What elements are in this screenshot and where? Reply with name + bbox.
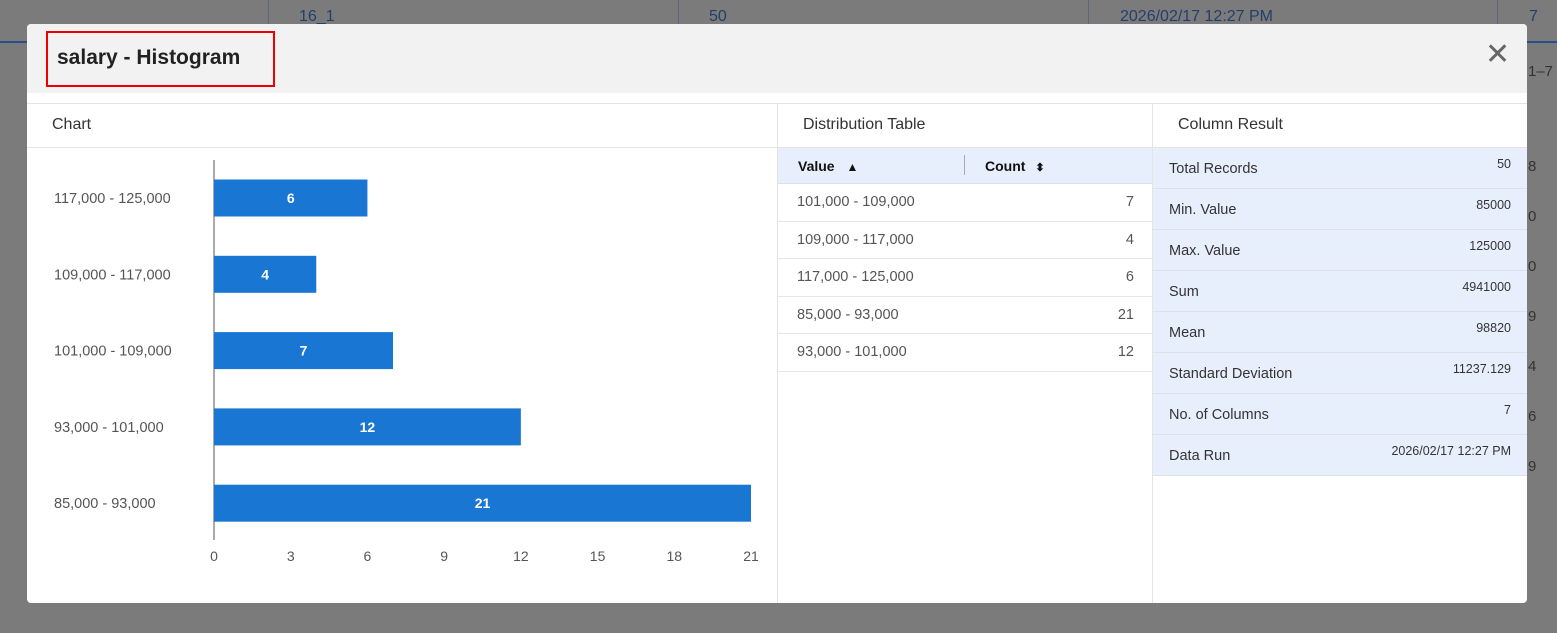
count-column-header[interactable]: Count ⬍ (985, 158, 1045, 174)
bar-data-label: 21 (475, 495, 491, 511)
background-edge-text: 9 (1528, 458, 1536, 475)
result-label: Standard Deviation (1169, 366, 1292, 382)
background-pagination: 1–7 (1528, 63, 1553, 80)
background-edge-text: 0 (1528, 208, 1536, 225)
background-edge-text: 0 (1528, 258, 1536, 275)
bin-count: 4 (1126, 232, 1134, 248)
result-value: 98820 (1476, 321, 1511, 335)
background-edge-text: 4 (1528, 358, 1536, 375)
result-row: Min. Value 85000 (1153, 189, 1527, 230)
bin-range: 117,000 - 125,000 (797, 269, 914, 285)
result-row: Mean 98820 (1153, 312, 1527, 353)
result-value: 2026/02/17 12:27 PM (1391, 444, 1511, 458)
dialog-title: salary - Histogram (46, 31, 275, 87)
table-row: 93,000 - 101,000 12 (778, 334, 1152, 372)
result-row: Standard Deviation 11237.129 (1153, 353, 1527, 394)
value-column-header[interactable]: Value ▲ (798, 158, 858, 174)
background-edge-text: 9 (1528, 308, 1536, 325)
bin-count: 12 (1118, 344, 1134, 360)
result-value: 50 (1497, 157, 1511, 171)
bar-data-label: 4 (261, 266, 269, 282)
y-tick-label: 117,000 - 125,000 (54, 191, 171, 207)
result-value: 7 (1504, 403, 1511, 417)
histogram-dialog: salary - Histogram ✕ Chart 117,000 - 125… (27, 24, 1527, 603)
count-column-label: Count (985, 158, 1025, 174)
result-row: Sum 4941000 (1153, 271, 1527, 312)
result-row: Data Run 2026/02/17 12:27 PM (1153, 435, 1527, 476)
x-tick-label: 3 (287, 548, 295, 564)
chart-panel: Chart 117,000 - 125,000 6 109,000 - 117,00… (27, 103, 777, 603)
result-label: Max. Value (1169, 243, 1240, 259)
result-value: 4941000 (1462, 280, 1511, 294)
bin-count: 21 (1118, 307, 1134, 323)
sort-icon: ⬍ (1035, 162, 1044, 174)
result-label: Mean (1169, 325, 1205, 341)
bin-range: 109,000 - 117,000 (797, 232, 914, 248)
y-tick-label: 93,000 - 101,000 (54, 420, 164, 436)
table-row: 109,000 - 117,000 4 (778, 222, 1152, 260)
table-row: 117,000 - 125,000 6 (778, 259, 1152, 297)
x-tick-label: 21 (743, 548, 759, 564)
column-separator (964, 155, 965, 175)
x-tick-label: 18 (666, 548, 682, 564)
histogram-chart: 117,000 - 125,000 6 109,000 - 117,000 4 101,… (27, 148, 777, 603)
x-tick-label: 9 (440, 548, 448, 564)
x-tick-label: 12 (513, 548, 529, 564)
result-label: No. of Columns (1169, 407, 1269, 423)
result-value: 125000 (1469, 239, 1511, 253)
value-column-label: Value (798, 158, 835, 174)
close-icon[interactable]: ✕ (1485, 40, 1510, 70)
x-tick-label: 15 (590, 548, 606, 564)
dialog-header: salary - Histogram ✕ (27, 24, 1527, 93)
result-label: Min. Value (1169, 202, 1236, 218)
result-value: 85000 (1476, 198, 1511, 212)
background-edge-text: 6 (1528, 408, 1536, 425)
result-label: Sum (1169, 284, 1199, 300)
table-row: 101,000 - 109,000 7 (778, 184, 1152, 222)
column-result-header: Column Result (1153, 104, 1527, 148)
table-row: 85,000 - 93,000 21 (778, 297, 1152, 335)
background-cell: 7 (1529, 8, 1538, 26)
bin-range: 93,000 - 101,000 (797, 344, 907, 360)
result-row: Total Records 50 (1153, 148, 1527, 189)
bin-count: 6 (1126, 269, 1134, 285)
bar-data-label: 7 (300, 343, 308, 359)
y-tick-label: 109,000 - 117,000 (54, 267, 171, 283)
chart-panel-header: Chart (27, 104, 777, 148)
distribution-panel-header: Distribution Table (778, 104, 1152, 148)
x-tick-label: 6 (364, 548, 372, 564)
bar-data-label: 12 (360, 419, 376, 435)
bar-data-label: 6 (287, 190, 295, 206)
bin-range: 85,000 - 93,000 (797, 307, 899, 323)
background-edge-text: 8 (1528, 158, 1536, 175)
result-row: No. of Columns 7 (1153, 394, 1527, 435)
result-row: Max. Value 125000 (1153, 230, 1527, 271)
result-label: Data Run (1169, 448, 1230, 464)
sort-ascending-icon: ▲ (846, 160, 858, 174)
bin-count: 7 (1126, 194, 1134, 210)
x-tick-label: 0 (210, 548, 218, 564)
result-label: Total Records (1169, 161, 1258, 177)
bin-range: 101,000 - 109,000 (797, 194, 915, 210)
column-result-panel: Column Result Total Records 50 Min. Value 8… (1152, 103, 1527, 603)
distribution-panel: Distribution Table Value ▲ Count ⬍ 101,0… (777, 103, 1152, 603)
y-tick-label: 101,000 - 109,000 (54, 344, 172, 360)
y-tick-label: 85,000 - 93,000 (54, 496, 156, 512)
distribution-table-header: Value ▲ Count ⬍ (778, 148, 1152, 184)
result-value: 11237.129 (1453, 362, 1511, 376)
